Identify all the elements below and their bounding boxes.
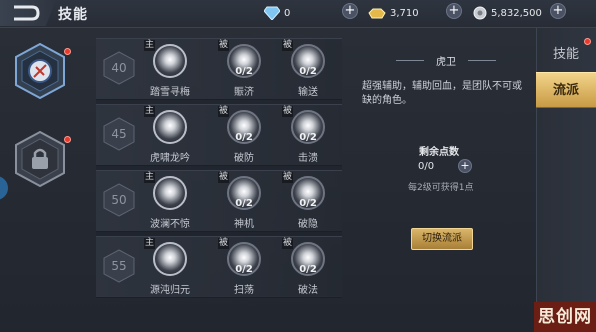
skill-count: 0/2 [235, 66, 253, 77]
switch-school-button[interactable]: 切换流派 [411, 228, 473, 250]
tab-notify-dot [584, 38, 591, 45]
branch-notify-dot [64, 48, 71, 55]
skill-name: 神机 [234, 219, 254, 230]
page-title: 技能 [58, 7, 88, 23]
skill-name: 击溃 [298, 153, 318, 164]
add-gold-button[interactable]: + [446, 3, 462, 19]
side-handle[interactable] [0, 176, 8, 200]
skill-count: 0/2 [235, 132, 253, 143]
top-bar: 技能 0 + 3,710 + 5,832,500 + [0, 0, 596, 28]
add-silver-button[interactable]: + [550, 3, 566, 19]
silver-coin-icon [473, 6, 487, 20]
school-description: 超强辅助，辅助回血，是团队不可或缺的角色。 [362, 81, 522, 106]
skill-icon [153, 110, 187, 144]
gold-value: 3,710 [390, 7, 419, 19]
skill-icon [153, 176, 187, 210]
skill-slot[interactable]: 被 0/2 输送 [282, 40, 332, 100]
add-points-button[interactable]: + [458, 159, 472, 173]
gold-resource: 3,710 [368, 4, 419, 22]
header-divider-right [468, 60, 496, 61]
add-diamond-button[interactable]: + [342, 3, 358, 19]
skill-slot[interactable]: 被 0/2 破防 [218, 106, 268, 166]
skill-slot[interactable]: 主 虎啸龙吟 [144, 106, 194, 166]
skill-count: 0/2 [299, 132, 317, 143]
school-title: 虎卫 [436, 57, 456, 68]
skill-count: 0/2 [299, 66, 317, 77]
skill-type-tag: 被 [218, 40, 230, 51]
skill-slot[interactable]: 被 0/2 击溃 [282, 106, 332, 166]
points-hint: 每2级可获得1点 [408, 183, 474, 193]
skill-slot[interactable]: 主 源沌归元 [144, 238, 194, 298]
skill-name: 源沌归元 [150, 285, 190, 296]
skill-count: 0/2 [299, 264, 317, 275]
skill-type-tag: 主 [144, 40, 156, 51]
watermark: 思创网 [534, 302, 596, 332]
remaining-points-label: 剩余点数 [419, 147, 459, 158]
skill-icon [153, 242, 187, 276]
diamond-icon [264, 6, 280, 20]
branch-slot-locked[interactable] [14, 130, 66, 188]
school-header: 虎卫 [396, 52, 516, 68]
branch-slot-active[interactable] [14, 42, 66, 100]
gold-ingot-icon [368, 8, 386, 19]
skill-type-tag: 被 [282, 172, 294, 183]
branch-locked-notify-dot [64, 136, 71, 143]
skill-slot[interactable]: 被 0/2 破法 [282, 238, 332, 298]
skill-name: 踏雪寻梅 [150, 87, 190, 98]
skill-slot[interactable]: 被 0/2 破隐 [282, 172, 332, 232]
skill-slot[interactable]: 主 波澜不惊 [144, 172, 194, 232]
skill-count: 0/2 [235, 264, 253, 275]
skill-type-tag: 被 [218, 172, 230, 183]
skill-name: 虎啸龙吟 [150, 153, 190, 164]
tab-school[interactable]: 流派 [536, 72, 596, 108]
skill-type-tag: 被 [218, 238, 230, 249]
back-button[interactable] [0, 0, 56, 26]
skill-count: 0/2 [299, 198, 317, 209]
skill-name: 扫荡 [234, 285, 254, 296]
row-level: 50 [111, 193, 127, 207]
skill-slot[interactable]: 被 0/2 賑济 [218, 40, 268, 100]
skill-slot[interactable]: 主 踏雪寻梅 [144, 40, 194, 100]
skill-type-tag: 被 [282, 40, 294, 51]
skill-name: 输送 [298, 87, 318, 98]
skill-name: 波澜不惊 [150, 219, 190, 230]
skill-slot[interactable]: 被 0/2 神机 [218, 172, 268, 232]
header-divider-left [396, 60, 424, 61]
row-level: 40 [111, 61, 127, 75]
skill-name: 破防 [234, 153, 254, 164]
diamond-value: 0 [284, 7, 291, 19]
skill-type-tag: 被 [282, 106, 294, 117]
remaining-points-value: 0/0 [418, 161, 435, 172]
row-level: 55 [111, 259, 127, 273]
skill-type-tag: 主 [144, 172, 156, 183]
skill-count: 0/2 [235, 198, 253, 209]
diamond-resource: 0 [264, 4, 290, 22]
skill-name: 賑济 [234, 87, 254, 98]
silver-value: 5,832,500 [491, 7, 542, 19]
silver-resource: 5,832,500 [473, 4, 542, 22]
back-arrow-icon [14, 5, 40, 21]
skill-slot[interactable]: 被 0/2 扫荡 [218, 238, 268, 298]
skill-type-tag: 被 [218, 106, 230, 117]
skill-name: 破法 [298, 285, 318, 296]
row-level: 45 [111, 127, 127, 141]
skill-type-tag: 被 [282, 238, 294, 249]
skill-type-tag: 主 [144, 238, 156, 249]
skill-name: 破隐 [298, 219, 318, 230]
skill-icon [153, 44, 187, 78]
skill-type-tag: 主 [144, 106, 156, 117]
game-skill-screen: 技能 0 + 3,710 + 5,832,500 + 40 主 踏雪寻梅 被 0… [0, 0, 596, 332]
